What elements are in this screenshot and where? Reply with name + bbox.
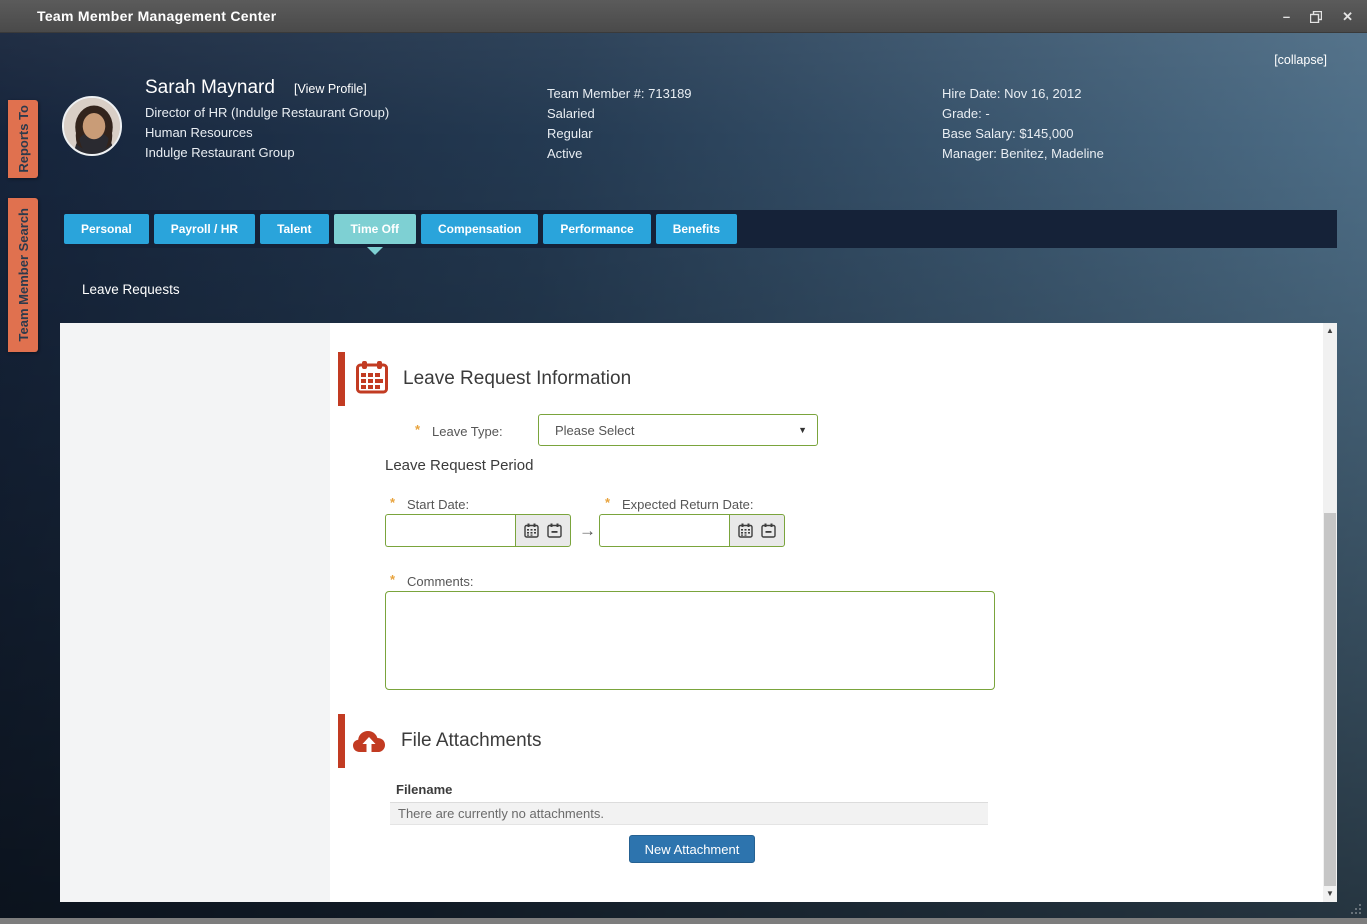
hire-date: Hire Date: Nov 16, 2012	[942, 86, 1082, 101]
base-salary: Base Salary: $145,000	[942, 126, 1074, 141]
sidebar-tab-label: Team Member Search	[15, 208, 31, 342]
calendar-icon	[356, 361, 388, 394]
return-date-field-group	[599, 514, 785, 547]
status: Active	[547, 146, 583, 161]
tab-benefits[interactable]: Benefits	[655, 214, 738, 244]
view-profile-link[interactable]: [View Profile]	[294, 82, 367, 96]
avatar	[62, 96, 122, 156]
tab-payroll-hr[interactable]: Payroll / HR	[153, 214, 256, 244]
filename-column-header: Filename	[396, 782, 453, 797]
leave-type-label: Leave Type:	[432, 424, 503, 439]
start-date-label: Start Date:	[407, 497, 470, 512]
employee-job-title: Director of HR (Indulge Restaurant Group…	[145, 105, 390, 120]
employee-department: Human Resources	[145, 125, 253, 140]
section-accent-bar	[338, 714, 345, 768]
sidebar-tab-label: Reports To	[15, 105, 31, 173]
sidebar-tab-team-member-search[interactable]: Team Member Search	[8, 198, 38, 352]
employment-type: Regular	[547, 126, 593, 141]
window-controls: – ✕	[1283, 0, 1353, 33]
required-asterisk: *	[390, 572, 396, 587]
sidebar-tab-reports-to[interactable]: Reports To	[8, 100, 38, 178]
vertical-scrollbar[interactable]: ▲ ▼	[1323, 323, 1337, 902]
hire-info-column: Hire Date: Nov 16, 2012 Grade: - Base Sa…	[942, 84, 1104, 164]
attachments-empty-message: There are currently no attachments.	[398, 806, 604, 821]
start-date-input[interactable]	[385, 514, 515, 547]
content-panel: Leave Request Information * Leave Type: …	[60, 323, 1337, 902]
scrollbar-thumb[interactable]	[1324, 513, 1336, 886]
tab-compensation[interactable]: Compensation	[420, 214, 539, 244]
leave-request-section-title: Leave Request Information	[403, 368, 632, 389]
calendar-today-icon[interactable]	[761, 523, 776, 538]
team-member-number: Team Member #: 713189	[547, 86, 692, 101]
restore-button[interactable]	[1310, 10, 1323, 23]
tab-personal[interactable]: Personal	[64, 214, 149, 244]
manager: Manager: Benitez, Madeline	[942, 146, 1104, 161]
scroll-up-icon[interactable]: ▲	[1323, 323, 1337, 339]
return-date-input[interactable]	[599, 514, 729, 547]
calendar-picker-icon[interactable]	[738, 523, 753, 538]
leave-type-selected-value: Please Select	[555, 422, 635, 438]
leave-period-subheading: Leave Request Period	[385, 457, 534, 474]
date-range-arrow-icon: →	[579, 521, 596, 540]
grade: Grade: -	[942, 106, 990, 121]
comments-textarea[interactable]	[385, 591, 995, 690]
tab-time-off[interactable]: Time Off	[333, 214, 416, 244]
window-titlebar: Team Member Management Center	[0, 0, 1367, 33]
return-date-label: Expected Return Date:	[622, 497, 754, 512]
main-tabbar: Personal Payroll / HR Talent Time Off Co…	[60, 210, 1337, 248]
required-asterisk: *	[390, 495, 396, 510]
required-asterisk: *	[415, 422, 421, 437]
attachments-empty-row: There are currently no attachments.	[390, 802, 988, 825]
chevron-down-icon: ▼	[798, 425, 807, 435]
resize-grip-icon[interactable]	[1349, 902, 1361, 914]
section-accent-bar	[338, 352, 345, 406]
tab-talent[interactable]: Talent	[260, 214, 329, 244]
scroll-down-icon[interactable]: ▼	[1323, 886, 1337, 902]
comments-label: Comments:	[407, 574, 474, 589]
file-attachments-section-title: File Attachments	[401, 730, 542, 751]
breadcrumb: Leave Requests	[82, 282, 180, 297]
pay-type: Salaried	[547, 106, 595, 121]
start-date-field-group	[385, 514, 571, 547]
start-date-picker-buttons	[515, 514, 571, 547]
employee-name: Sarah Maynard	[145, 77, 275, 98]
new-attachment-button[interactable]: New Attachment	[629, 835, 755, 863]
window-bottom-border	[0, 918, 1367, 924]
minimize-button[interactable]: –	[1283, 10, 1290, 23]
collapse-link[interactable]: [collapse]	[1274, 53, 1327, 67]
employment-info-column: Team Member #: 713189 Salaried Regular A…	[547, 84, 692, 164]
cloud-upload-icon	[353, 731, 385, 752]
tab-performance[interactable]: Performance	[543, 214, 651, 244]
close-button[interactable]: ✕	[1342, 10, 1353, 23]
required-asterisk: *	[605, 495, 611, 510]
leave-type-select[interactable]: Please Select ▼	[538, 414, 818, 446]
employee-company: Indulge Restaurant Group	[145, 145, 295, 160]
calendar-today-icon[interactable]	[547, 523, 562, 538]
restore-icon	[1310, 10, 1323, 23]
window-title: Team Member Management Center	[37, 8, 277, 24]
employee-details: Director of HR (Indulge Restaurant Group…	[145, 103, 389, 163]
return-date-picker-buttons	[729, 514, 785, 547]
calendar-picker-icon[interactable]	[524, 523, 539, 538]
